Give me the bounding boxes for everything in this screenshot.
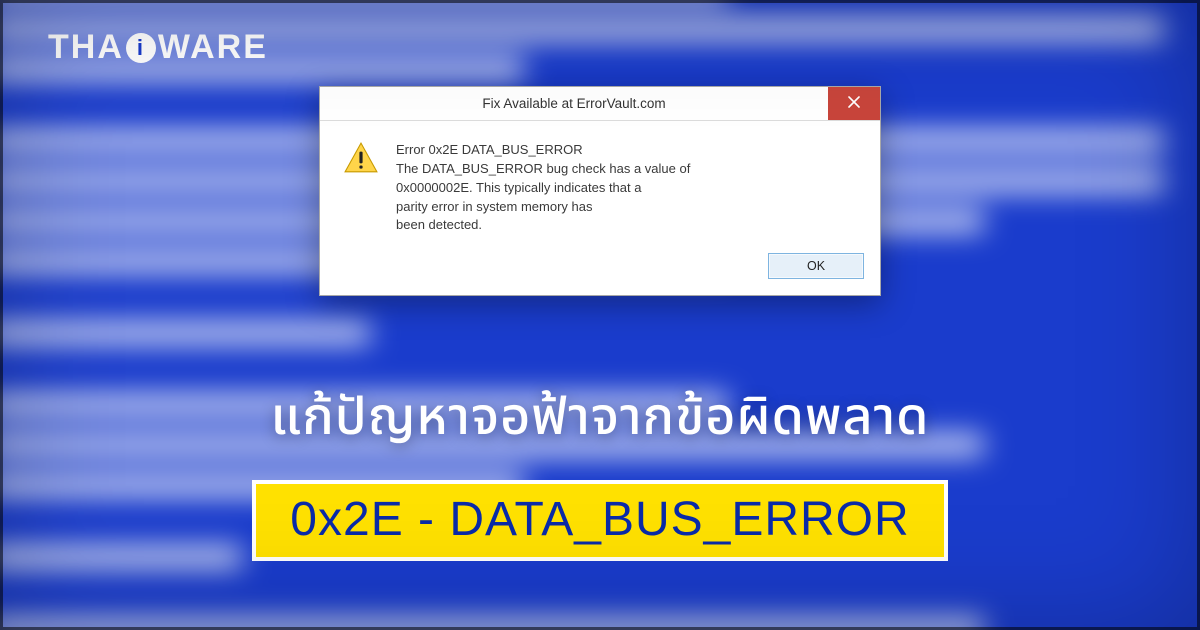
ok-button[interactable]: OK	[768, 253, 864, 279]
dialog-titlebar: Fix Available at ErrorVault.com	[320, 87, 880, 121]
close-icon	[848, 95, 860, 112]
logo-text-part1: THA	[48, 28, 124, 67]
dialog-button-row: OK	[320, 241, 880, 295]
error-code-badge: 0x2E - DATA_BUS_ERROR	[252, 480, 947, 561]
dialog-message: Error 0x2E DATA_BUS_ERROR The DATA_BUS_E…	[396, 141, 690, 235]
close-button[interactable]	[828, 87, 880, 120]
logo-dot-icon: i	[126, 33, 156, 63]
error-code-text: 0x2E - DATA_BUS_ERROR	[290, 492, 909, 547]
headline-block: แก้ปัญหาจอฟ้าจากข้อผิดพลาด 0x2E - DATA_B…	[0, 380, 1200, 561]
page-root: THA i WARE Fix Available at ErrorVault.c…	[0, 0, 1200, 630]
warning-icon	[344, 141, 378, 235]
dialog-title: Fix Available at ErrorVault.com	[320, 87, 828, 120]
logo-text-part2: WARE	[158, 28, 268, 67]
headline-text: แก้ปัญหาจอฟ้าจากข้อผิดพลาด	[271, 380, 930, 458]
dialog-body: Error 0x2E DATA_BUS_ERROR The DATA_BUS_E…	[320, 121, 880, 241]
thaiware-logo: THA i WARE	[48, 28, 268, 67]
error-dialog: Fix Available at ErrorVault.com Error 0x…	[319, 86, 881, 296]
